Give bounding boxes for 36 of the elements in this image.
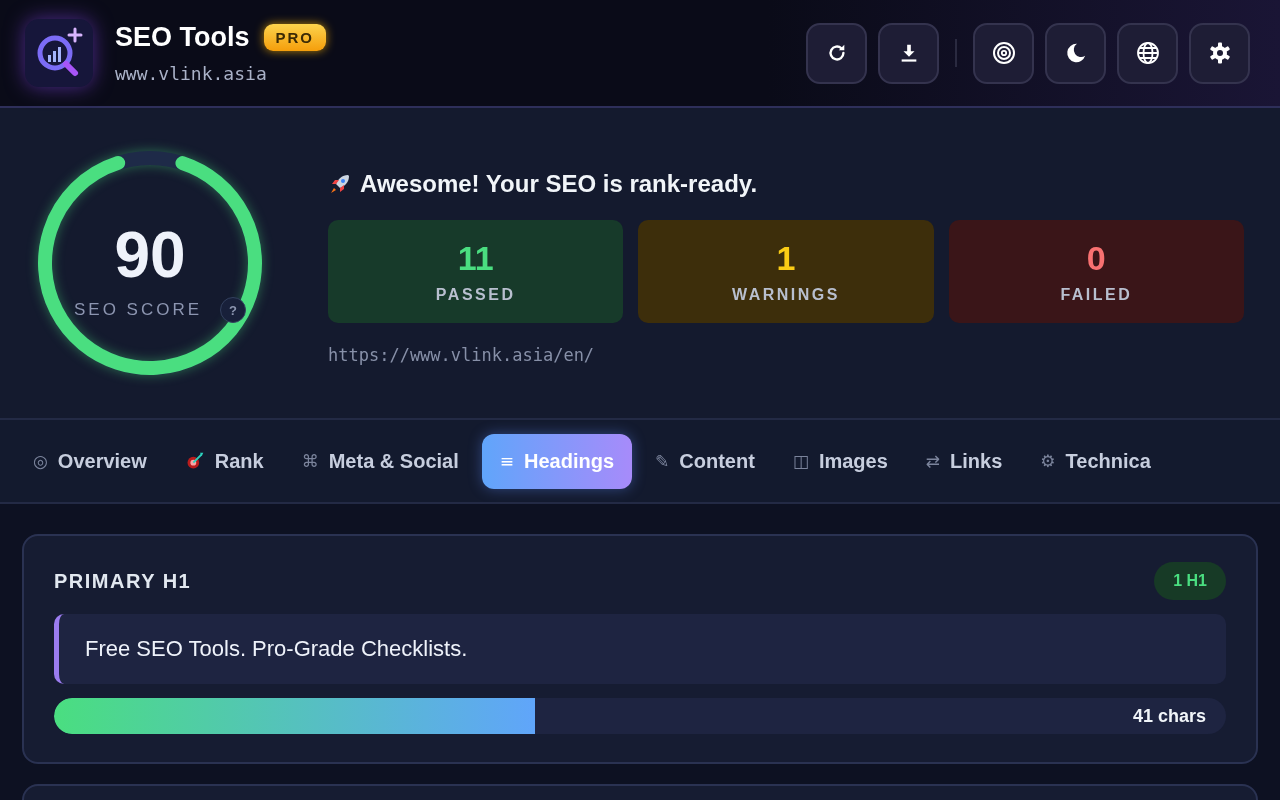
tab[interactable]: ⌘ Meta & Social xyxy=(286,434,474,488)
settings-icon xyxy=(1207,41,1232,65)
download-button[interactable] xyxy=(878,22,939,84)
theme-button[interactable] xyxy=(1045,22,1106,84)
tab[interactable]: ⚙ Technica xyxy=(1025,434,1166,488)
count-badge: 1 H1 xyxy=(1154,562,1226,600)
tab[interactable]: ✎ Content xyxy=(640,434,770,488)
score-value: 90 xyxy=(114,223,186,287)
logo-icon xyxy=(25,19,93,87)
globe-icon xyxy=(1135,41,1160,65)
stat-label: FAILED xyxy=(1060,285,1133,304)
headline: Awesome! Your SEO is rank-ready. xyxy=(360,169,758,198)
tab[interactable]: ◫ Images xyxy=(777,434,903,488)
char-count: 41 chars xyxy=(1132,705,1207,727)
refresh-button[interactable] xyxy=(806,22,867,84)
stat-count: 0 xyxy=(1086,238,1106,278)
target-button[interactable] xyxy=(973,22,1034,84)
page-url: https://www.vlink.asia/en/ xyxy=(328,344,596,365)
settings-button[interactable] xyxy=(1189,22,1250,84)
stat-count: 11 xyxy=(457,238,494,278)
stat-count: 1 xyxy=(776,238,796,278)
stat-label: WARNINGS xyxy=(732,285,840,304)
card-title: PRIMARY H1 xyxy=(54,569,192,593)
site-domain: www.vlink.asia xyxy=(115,63,268,84)
help-button[interactable]: ? xyxy=(220,297,247,323)
tab[interactable]: Rank xyxy=(169,434,279,488)
score-label: SEO SCORE xyxy=(73,300,203,320)
tab[interactable]: ⇄ Links xyxy=(910,434,1018,488)
app-title: SEO Tools xyxy=(115,22,250,53)
pro-badge: PRO xyxy=(263,24,327,51)
stat-label: PASSED xyxy=(435,285,516,304)
moon-icon xyxy=(1064,42,1087,64)
target-icon xyxy=(991,41,1016,65)
language-button[interactable] xyxy=(1117,22,1178,84)
tab[interactable]: ◎ Overview xyxy=(18,434,162,488)
heading-text: Free SEO Tools. Pro-Grade Checklists. xyxy=(54,614,1226,684)
